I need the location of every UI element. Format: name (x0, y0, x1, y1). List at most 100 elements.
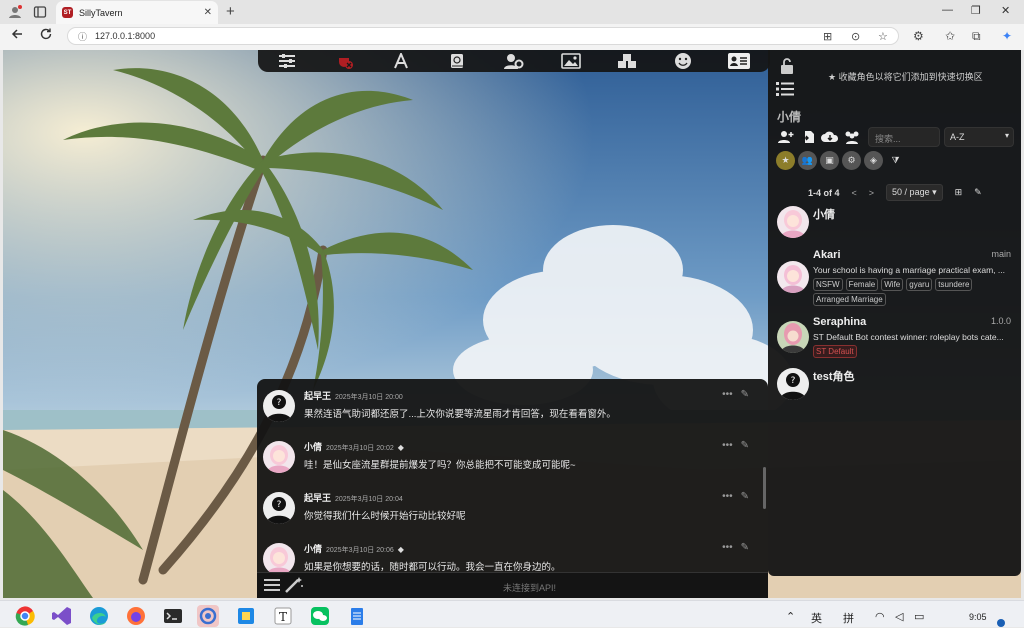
smile-icon[interactable] (672, 52, 694, 70)
tray-chevron-icon[interactable]: ⌃ (786, 610, 795, 623)
favorites-icon[interactable]: ✩ (945, 29, 955, 43)
tab-sillytavern[interactable]: ST SillyTavern ✕ (56, 1, 218, 24)
per-page-select[interactable]: 50 / page ▾ (886, 184, 943, 201)
tag-list: ST Default (813, 345, 1009, 358)
chat-scrollbar[interactable] (763, 467, 766, 509)
profile-icon[interactable] (8, 5, 22, 19)
address-bar[interactable]: ⓘ 127.0.0.1:8000 (67, 27, 899, 45)
message-edit-icon[interactable]: ✎ (741, 389, 749, 400)
create-character-icon[interactable] (777, 128, 795, 146)
sort-select[interactable]: A-Z ▾ (944, 127, 1014, 147)
typora-icon[interactable]: T (272, 605, 294, 627)
character-item-xiaoqian[interactable]: 小倩 (777, 206, 1013, 242)
tag[interactable]: Female (845, 278, 879, 291)
edge-icon[interactable] (88, 605, 110, 627)
browser-chrome: ST SillyTavern ✕ + — ❐ ✕ ⓘ 127.0.0.1:800… (0, 0, 1024, 50)
firefox-icon[interactable] (125, 605, 147, 627)
message-more-icon[interactable]: ••• (722, 491, 733, 502)
message-more-icon[interactable]: ••• (722, 389, 733, 400)
grid-view-icon[interactable]: ⊞ (955, 187, 963, 198)
character-description: Your school is having a marriage practic… (813, 265, 1005, 275)
sillytavern-taskbar-icon[interactable] (197, 605, 219, 627)
bot-icon: ◆ (397, 545, 404, 554)
tag[interactable]: ST Default (813, 345, 857, 358)
message-more-icon[interactable]: ••• (722, 440, 733, 451)
magic-wand-icon[interactable] (284, 576, 304, 594)
back-arrow-icon[interactable] (10, 27, 24, 41)
sliders-icon[interactable] (276, 52, 298, 70)
ime-indicator[interactable]: 英 (811, 610, 822, 626)
bookmark-star-icon[interactable]: ☆ (878, 30, 888, 43)
unlock-icon[interactable] (780, 58, 794, 74)
message-more-icon[interactable]: ••• (722, 542, 733, 553)
image-icon[interactable] (560, 52, 582, 70)
tag[interactable]: gyaru (906, 278, 933, 291)
tag-filters: ★ 👥 ▣ ⚙ ◈ ⧩ (776, 151, 905, 170)
chevron-down-icon: ▾ (1004, 131, 1009, 140)
character-card-icon[interactable] (728, 52, 750, 70)
character-item-akari[interactable]: Akari main Your school is having a marri… (777, 249, 1013, 307)
message-edit-icon[interactable]: ✎ (741, 440, 749, 451)
filter-favorites-icon[interactable]: ★ (776, 151, 795, 170)
restore-button[interactable]: ❐ (971, 4, 981, 17)
cubes-icon[interactable] (616, 52, 638, 70)
visual-studio-icon[interactable] (51, 605, 73, 627)
plug-icon[interactable] (334, 52, 356, 70)
filter-folder-icon[interactable]: ▣ (820, 151, 839, 170)
filter-clear-icon[interactable]: ⧩ (886, 151, 905, 170)
site-info-icon[interactable]: ⓘ (78, 30, 87, 43)
cloud-download-icon[interactable] (821, 128, 839, 146)
character-item-seraphina[interactable]: Seraphina 1.0.0 ST Default Bot contest w… (777, 316, 1013, 360)
photos-icon[interactable] (235, 605, 257, 627)
close-window-button[interactable]: ✕ (1001, 4, 1010, 17)
message-text: 果然连语气助词都还原了...上次你说要等流星雨才肯回答，现在看看窗外。 (304, 409, 616, 420)
bulk-edit-icon[interactable]: ✎ (974, 187, 982, 198)
volume-icon[interactable]: ◁ (895, 610, 903, 623)
wechat-icon[interactable] (309, 605, 331, 627)
filter-tags-icon[interactable]: ◈ (864, 151, 883, 170)
next-page-button[interactable]: > (869, 188, 874, 198)
tab-strip: ST SillyTavern ✕ + — ❐ ✕ (0, 0, 1024, 24)
svg-text:?: ? (791, 376, 796, 386)
character-tools (777, 128, 861, 146)
tab-close-icon[interactable]: ✕ (204, 7, 212, 18)
copilot-icon[interactable]: ✦ (1002, 29, 1012, 43)
reload-icon[interactable] (39, 27, 53, 41)
import-file-icon[interactable] (799, 128, 817, 146)
more-omnibox-icon[interactable]: ⊙ (851, 30, 860, 43)
book-atlas-icon[interactable] (446, 52, 468, 70)
character-list-icon[interactable] (776, 82, 794, 96)
font-icon[interactable] (390, 52, 412, 70)
chrome-icon[interactable] (14, 605, 36, 627)
character-search-input[interactable]: 搜索... (868, 127, 940, 147)
new-tab-button[interactable]: + (226, 3, 235, 20)
character-item-test[interactable]: ? test角色 (777, 368, 1013, 402)
chat-log: ? 起早王 2025年3月10日 20:00 果然连语气助词都还原了...上次你说… (257, 379, 768, 598)
tag[interactable]: NSFW (813, 278, 843, 291)
message-edit-icon[interactable]: ✎ (741, 491, 749, 502)
filter-groups-icon[interactable]: 👥 (798, 151, 817, 170)
message-text: 你觉得我们什么时候开始行动比较好呢 (304, 511, 466, 522)
terminal-icon[interactable] (162, 605, 184, 627)
clock-time: 9:05 (969, 612, 987, 622)
ime-mode-indicator[interactable]: 拼 (843, 610, 854, 626)
prev-page-button[interactable]: < (852, 188, 857, 198)
message-edit-icon[interactable]: ✎ (741, 542, 749, 553)
tag[interactable]: Wife (881, 278, 904, 291)
translate-icon[interactable]: ⊞ (823, 30, 832, 43)
battery-icon[interactable]: ▭ (914, 610, 924, 623)
tag[interactable]: Arranged Marriage (813, 293, 886, 306)
page-viewport: ★ 收藏角色以将它们添加到快速切换区 小倩 搜索... A-Z ▾ ★ 👥 ▣ … (3, 50, 1021, 598)
minimize-button[interactable]: — (942, 4, 953, 16)
wifi-icon[interactable]: ◠ (875, 610, 885, 623)
collections-icon[interactable]: ⧉ (972, 29, 981, 44)
tag[interactable]: tsundere (935, 278, 973, 291)
options-menu-icon[interactable] (263, 576, 281, 594)
filter-settings-icon[interactable]: ⚙ (842, 151, 861, 170)
tab-actions-icon[interactable] (33, 5, 47, 19)
group-chat-icon[interactable] (843, 128, 861, 146)
character-name: 小倩 (813, 209, 835, 221)
notepad-icon[interactable] (346, 605, 368, 627)
user-gear-icon[interactable] (503, 52, 525, 70)
extensions-icon[interactable]: ⚙ (913, 29, 924, 43)
